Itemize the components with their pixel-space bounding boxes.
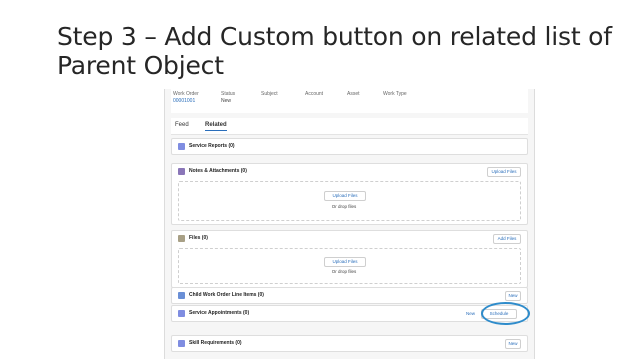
record-header: Work Order 00001001 Status New Subject A… [171,89,528,113]
files-icon [178,235,185,242]
work-order-icon [178,292,185,299]
header-col-work-order: Work Order 00001001 [173,91,199,105]
card-header: Service Reports (0) [172,139,527,154]
new-button[interactable]: New [505,339,521,349]
tab-related[interactable]: Related [205,122,227,131]
header-col-subject: Subject [261,91,278,98]
header-col-account: Account [305,91,323,98]
card-header: Notes & Attachments (0) Upload Files [172,164,527,179]
card-header: Skill Requirements (0) New [172,336,527,351]
header-value-link[interactable]: 00001001 [173,98,199,105]
header-label: Subject [261,91,278,97]
tab-feed[interactable]: Feed [175,122,189,128]
header-label: Status [221,91,236,97]
service-report-icon [178,143,185,150]
header-label: Work Type [383,91,407,97]
header-label: Account [305,91,324,97]
card-service-appointments: Service Appointments (0) New Schedule [171,305,528,322]
upload-files-button[interactable]: Upload Files [487,167,521,177]
card-files: Files (0) Add Files Upload Files Or drop… [171,230,528,288]
card-skill-requirements: Skill Requirements (0) New [171,335,528,352]
service-appointment-icon [178,310,185,317]
card-title[interactable]: Service Reports (0) [189,143,235,149]
drop-files-text: Or drop files [331,269,357,274]
upload-files-button[interactable]: Upload Files [324,191,366,201]
card-title[interactable]: Skill Requirements (0) [189,340,242,346]
card-header: Child Work Order Line Items (0) New [172,288,527,303]
card-title[interactable]: Service Appointments (0) [189,310,249,316]
card-header: Service Appointments (0) New Schedule [172,306,527,321]
header-col-status: Status New [221,91,235,105]
skill-icon [178,340,185,347]
slide-title: Step 3 – Add Custom button on related li… [57,22,612,80]
notes-icon [178,168,185,175]
card-notes-attachments: Notes & Attachments (0) Upload Files Upl… [171,163,528,225]
new-link[interactable]: New [466,311,475,316]
card-title[interactable]: Files (0) [189,235,208,241]
card-service-reports: Service Reports (0) [171,138,528,155]
file-drop-zone[interactable]: Upload Files Or drop files [178,181,521,221]
file-drop-zone[interactable]: Upload Files Or drop files [178,248,521,284]
drop-files-text: Or drop files [331,204,357,209]
salesforce-screenshot: Work Order 00001001 Status New Subject A… [164,89,535,359]
tab-bar: Feed Related [171,118,528,135]
header-col-work-type: Work Type [383,91,407,98]
highlight-circle [481,302,530,325]
header-label: Work Order [173,91,199,97]
card-title[interactable]: Notes & Attachments (0) [189,168,247,174]
card-header: Files (0) Add Files [172,231,527,246]
add-files-button[interactable]: Add Files [493,234,521,244]
header-col-asset: Asset [347,91,360,98]
header-label: Asset [347,91,360,97]
header-value: New [221,98,232,104]
card-child-work-order-line-items: Child Work Order Line Items (0) New [171,287,528,304]
new-button[interactable]: New [505,291,521,301]
card-title[interactable]: Child Work Order Line Items (0) [189,292,264,298]
upload-files-button[interactable]: Upload Files [324,257,366,267]
